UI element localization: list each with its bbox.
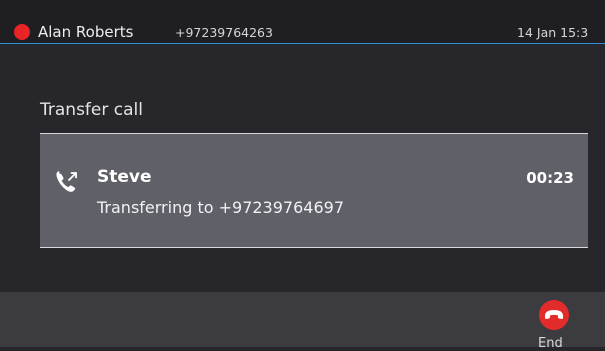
contact-name: Steve bbox=[97, 167, 152, 187]
phone-transfer-icon bbox=[54, 169, 80, 195]
divider bbox=[40, 247, 588, 248]
page-title: Transfer call bbox=[40, 100, 143, 120]
call-timer: 00:23 bbox=[526, 169, 574, 187]
call-status-text: Transferring to +97239764697 bbox=[97, 198, 344, 217]
softkey-bar: End bbox=[0, 292, 605, 351]
date-time: 14 Jan 15:3 bbox=[517, 25, 589, 40]
end-call-icon bbox=[539, 300, 569, 330]
status-bar: Alan Roberts +97239764263 14 Jan 15:3 bbox=[0, 0, 605, 44]
call-entry[interactable]: Steve Transferring to +97239764697 00:23 bbox=[40, 134, 588, 247]
user-number: +97239764263 bbox=[175, 25, 273, 40]
presence-indicator-icon bbox=[14, 24, 30, 40]
end-call-label: End bbox=[538, 336, 563, 351]
end-call-button[interactable]: End bbox=[530, 298, 580, 351]
user-name: Alan Roberts bbox=[38, 23, 134, 41]
